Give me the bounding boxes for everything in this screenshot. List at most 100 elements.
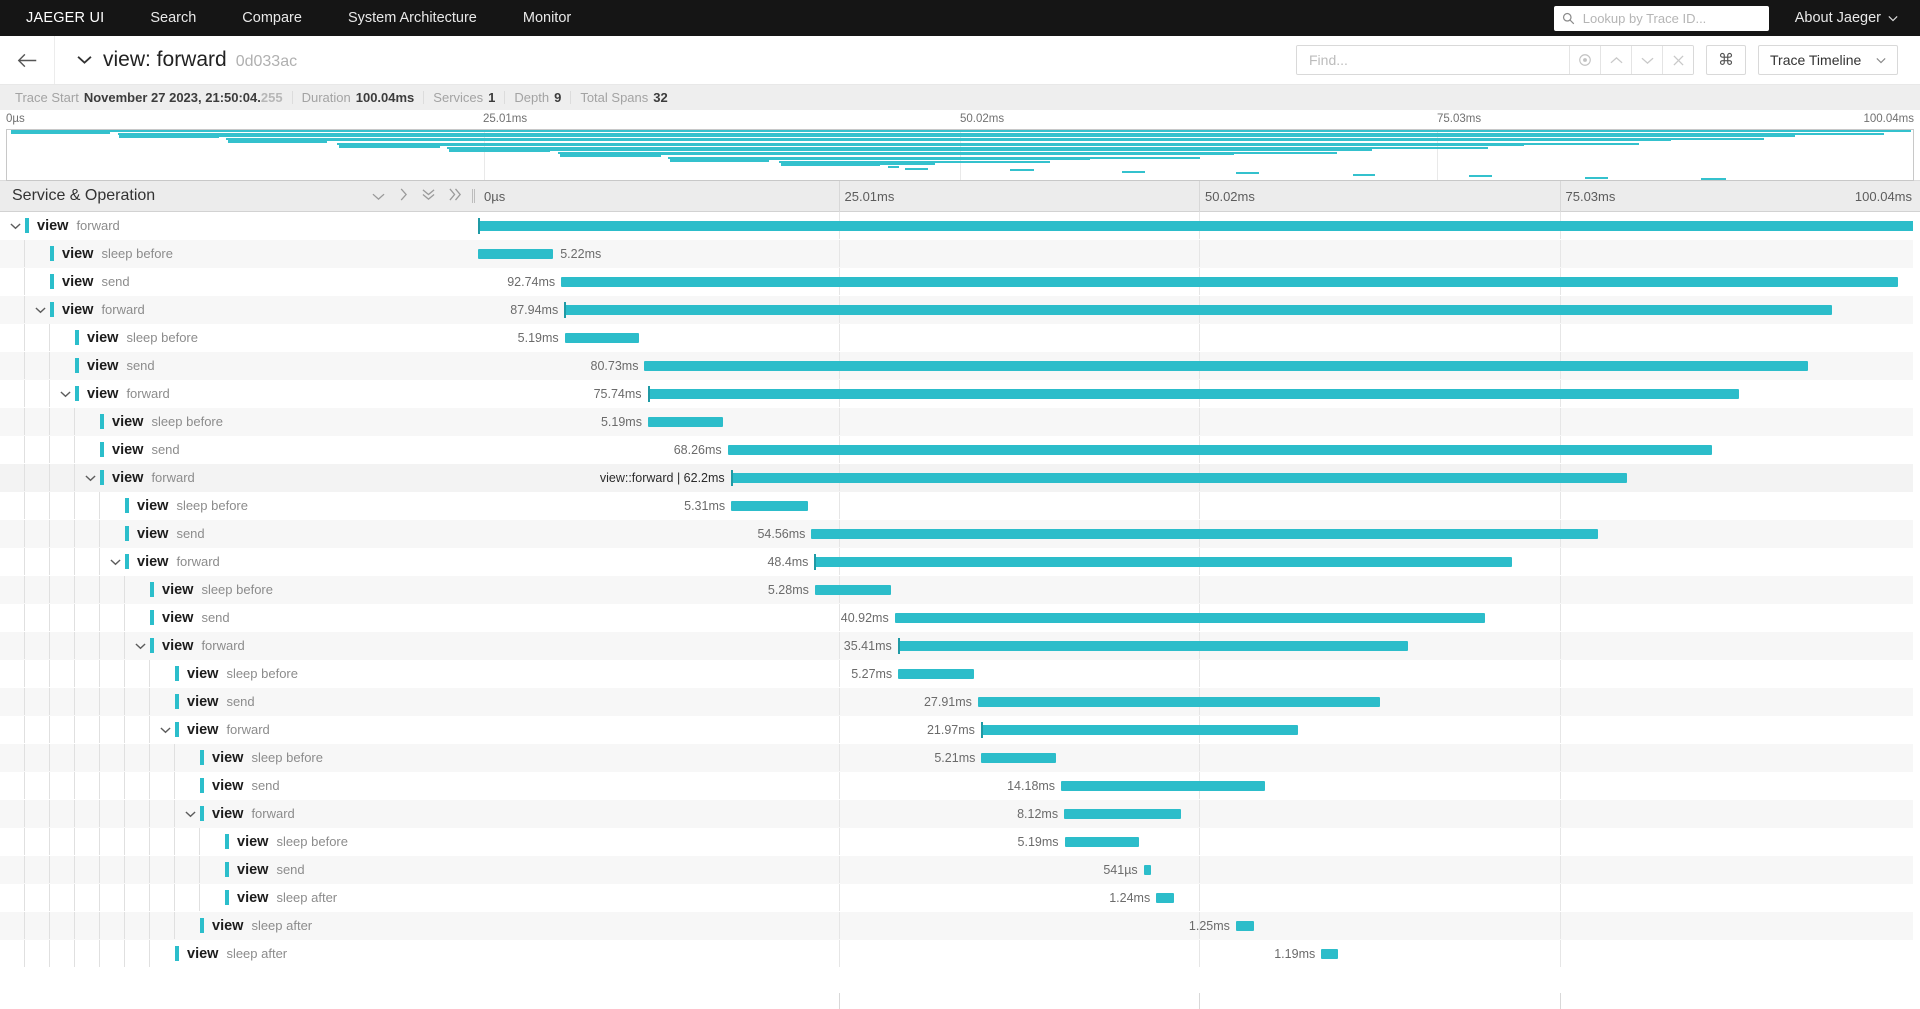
expand-toggle-icon[interactable] — [81, 474, 100, 482]
span-row-label[interactable]: view sleep before — [0, 408, 478, 435]
span-row[interactable]: view sleep after 1.19ms — [0, 940, 1920, 968]
expand-toggle-icon[interactable] — [6, 222, 25, 230]
span-bar-cell[interactable]: 5.22ms — [478, 240, 1920, 267]
span-row[interactable]: view forward 87.94ms — [0, 296, 1920, 324]
span-row[interactable]: view send 14.18ms — [0, 772, 1920, 800]
expand-toggle-icon[interactable] — [156, 726, 175, 734]
span-row-label[interactable]: view forward — [0, 296, 478, 323]
span-row-label[interactable]: view sleep before — [0, 828, 478, 855]
collapse-all-icon[interactable] — [422, 188, 435, 204]
view-mode-select[interactable]: Trace Timeline — [1758, 45, 1898, 75]
span-bar-cell[interactable]: 1.24ms — [478, 884, 1920, 911]
span-row[interactable]: view sleep before 5.28ms — [0, 576, 1920, 604]
span-bar-cell[interactable]: 1.25ms — [478, 912, 1920, 939]
span-row-label[interactable]: view send — [0, 436, 478, 463]
span-duration-bar[interactable] — [1235, 920, 1254, 931]
span-bar-cell[interactable]: view::forward | 62.2ms — [478, 464, 1920, 491]
span-row-label[interactable]: view sleep before — [0, 576, 478, 603]
prev-match-icon[interactable] — [1600, 46, 1631, 74]
expand-toggle-icon[interactable] — [131, 642, 150, 650]
span-bar-cell[interactable]: 21.97ms — [478, 716, 1920, 743]
about-jaeger-menu[interactable]: About Jaeger — [1795, 10, 1898, 26]
trace-id-lookup[interactable] — [1553, 5, 1769, 31]
span-row-label[interactable]: view forward — [0, 380, 478, 407]
span-bar-cell[interactable] — [478, 212, 1920, 239]
nav-link-search[interactable]: Search — [150, 10, 196, 26]
span-duration-bar[interactable] — [478, 220, 1920, 231]
span-row-label[interactable]: view forward — [0, 464, 478, 491]
span-duration-bar[interactable] — [564, 332, 640, 343]
span-bar-cell[interactable]: 5.31ms — [478, 492, 1920, 519]
expand-one-icon[interactable] — [399, 188, 408, 204]
span-row[interactable]: view forward 21.97ms — [0, 716, 1920, 744]
span-duration-bar[interactable] — [1064, 836, 1140, 847]
span-bar-cell[interactable]: 5.19ms — [478, 324, 1920, 351]
span-bar-cell[interactable]: 54.56ms — [478, 520, 1920, 547]
span-bar-cell[interactable]: 40.92ms — [478, 604, 1920, 631]
span-row-label[interactable]: view send — [0, 604, 478, 631]
span-row-label[interactable]: view send — [0, 688, 478, 715]
span-row[interactable]: view sleep before 5.19ms — [0, 828, 1920, 856]
span-duration-bar[interactable] — [731, 500, 808, 511]
span-duration-bar[interactable] — [1061, 780, 1266, 791]
span-duration-bar[interactable] — [981, 752, 1057, 763]
span-row-label[interactable]: view forward — [0, 212, 478, 239]
span-row-label[interactable]: view forward — [0, 800, 478, 827]
span-bar-cell[interactable]: 8.12ms — [478, 800, 1920, 827]
span-duration-bar[interactable] — [980, 724, 1298, 735]
span-bar-cell[interactable]: 541µs — [478, 856, 1920, 883]
span-bar-cell[interactable]: 87.94ms — [478, 296, 1920, 323]
span-row[interactable]: view send 27.91ms — [0, 688, 1920, 716]
brand-logo[interactable]: JAEGER UI — [26, 10, 104, 26]
find-input[interactable] — [1297, 46, 1569, 74]
span-duration-bar[interactable] — [814, 556, 1513, 567]
trace-id-input[interactable] — [1580, 9, 1761, 27]
column-resize-handle[interactable] — [472, 189, 475, 203]
nav-link-monitor[interactable]: Monitor — [523, 10, 571, 26]
span-row[interactable]: view forward — [0, 212, 1920, 240]
span-bar-cell[interactable]: 5.27ms — [478, 660, 1920, 687]
span-row-label[interactable]: view send — [0, 772, 478, 799]
span-duration-bar[interactable] — [727, 444, 1712, 455]
span-rows-container[interactable]: view forward view sleep before 5.22ms view sen… — [0, 212, 1920, 993]
span-row[interactable]: view forward 75.74ms — [0, 380, 1920, 408]
span-bar-cell[interactable]: 5.19ms — [478, 408, 1920, 435]
span-bar-cell[interactable]: 14.18ms — [478, 772, 1920, 799]
span-row[interactable]: view forward 8.12ms — [0, 800, 1920, 828]
span-duration-bar[interactable] — [898, 668, 975, 679]
span-row[interactable]: view send 80.73ms — [0, 352, 1920, 380]
span-duration-bar[interactable] — [814, 584, 891, 595]
span-row[interactable]: view sleep before 5.31ms — [0, 492, 1920, 520]
span-bar-cell[interactable]: 27.91ms — [478, 688, 1920, 715]
span-row-label[interactable]: view send — [0, 520, 478, 547]
span-bar-cell[interactable]: 80.73ms — [478, 352, 1920, 379]
span-bar-cell[interactable]: 1.19ms — [478, 940, 1920, 967]
next-match-icon[interactable] — [1631, 46, 1662, 74]
minimap-canvas[interactable] — [6, 129, 1914, 181]
back-button[interactable] — [0, 36, 55, 84]
span-row-label[interactable]: view send — [0, 856, 478, 883]
span-duration-bar[interactable] — [644, 360, 1809, 371]
span-row[interactable]: view forward 48.4ms — [0, 548, 1920, 576]
span-duration-bar[interactable] — [1321, 948, 1339, 959]
span-row[interactable]: view forward view::forward | 62.2ms — [0, 464, 1920, 492]
span-row[interactable]: view sleep before 5.27ms — [0, 660, 1920, 688]
span-row-label[interactable]: view sleep before — [0, 744, 478, 771]
expand-toggle-icon[interactable] — [31, 306, 50, 314]
span-bar-cell[interactable]: 5.19ms — [478, 828, 1920, 855]
span-row-label[interactable]: view forward — [0, 716, 478, 743]
span-duration-bar[interactable] — [1143, 864, 1152, 875]
span-duration-bar[interactable] — [647, 416, 723, 427]
span-row-label[interactable]: view sleep after — [0, 884, 478, 911]
span-duration-bar[interactable] — [897, 640, 1409, 651]
span-row-label[interactable]: view send — [0, 268, 478, 295]
span-row-label[interactable]: view sleep before — [0, 324, 478, 351]
span-duration-bar[interactable] — [647, 388, 1740, 399]
keyboard-shortcuts-button[interactable]: ⌘ — [1706, 45, 1746, 75]
span-row-label[interactable]: view sleep before — [0, 660, 478, 687]
vertical-scrollbar[interactable] — [1913, 212, 1920, 993]
span-row-label[interactable]: view sleep after — [0, 940, 478, 967]
span-row-label[interactable]: view send — [0, 352, 478, 379]
span-duration-bar[interactable] — [977, 696, 1381, 707]
span-duration-bar[interactable] — [564, 304, 1832, 315]
